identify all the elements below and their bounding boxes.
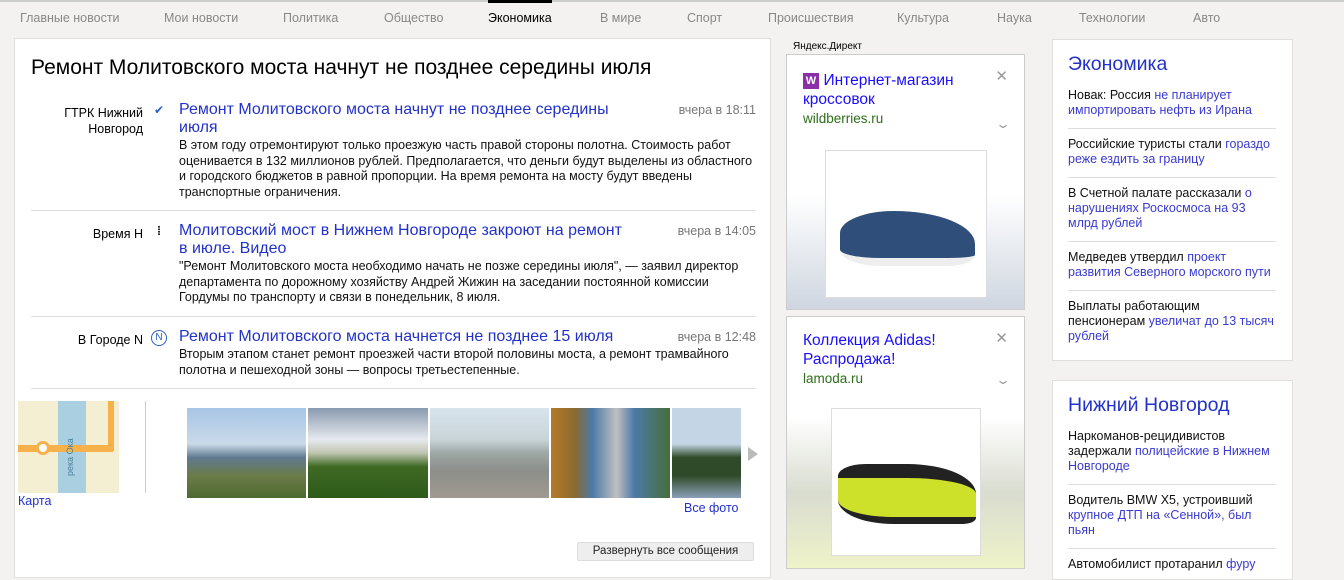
news-time: вчера в 12:48 xyxy=(677,330,756,344)
ad-image-yellow-sneaker[interactable] xyxy=(831,408,981,556)
vremya-n-logo-icon: ⁞ xyxy=(157,224,161,238)
sidebar-news-item[interactable]: Российские туристы стали гораздо реже ез… xyxy=(1068,129,1276,178)
map-river-label: река Ока xyxy=(65,438,75,476)
sidebar-news-item[interactable]: Наркоманов-рецидивистов задержали полице… xyxy=(1068,429,1276,485)
item-link[interactable]: крупное ДТП на «Сенной», был пьян xyxy=(1068,508,1251,537)
news-snippet: В этом году отремонтируют только проезжу… xyxy=(179,138,753,199)
news-item: В Городе N N Ремонт Молитовского моста н… xyxy=(31,328,756,389)
gtrk-logo-icon: ✔ xyxy=(153,103,165,117)
nav-my[interactable]: Мои новости xyxy=(164,11,238,25)
ad-card[interactable]: Коллекция Adidas! Распродажа! lamoda.ru … xyxy=(786,316,1025,569)
sidebar-news-item[interactable]: Медведев утвердил проект развития Северн… xyxy=(1068,242,1276,291)
sidebar-economy: Экономика Новак: Россия не планирует имп… xyxy=(1052,39,1293,361)
v-gorode-n-logo-icon: N xyxy=(151,330,167,346)
wildberries-logo-icon: W xyxy=(803,73,819,89)
nav-incidents[interactable]: Происшествия xyxy=(768,11,853,25)
sidebar-news-item[interactable]: Выплаты работающим пенсионерам увеличат … xyxy=(1068,291,1276,354)
sidebar-news-item[interactable]: Новак: Россия не планирует импортировать… xyxy=(1068,88,1276,129)
news-snippet: Вторым этапом станет ремонт проезжей час… xyxy=(179,347,729,377)
chevron-down-icon[interactable]: ⌄ xyxy=(995,117,1011,131)
close-icon[interactable]: ✕ xyxy=(995,67,1008,85)
top-nav: Главные новости Мои новости Политика Общ… xyxy=(0,0,1344,34)
source-name[interactable]: ГТРК Нижний Новгород xyxy=(31,105,143,137)
gallery-next-arrow-icon[interactable] xyxy=(748,447,758,461)
nav-science[interactable]: Наука xyxy=(997,11,1032,25)
news-item: Время Н ⁞ Молитовский мост в Нижнем Новг… xyxy=(31,222,756,317)
sidebar-nizhny-novgorod: Нижний Новгород Наркоманов-рецидивистов … xyxy=(1052,380,1293,580)
ad-title-link[interactable]: Коллекция Adidas! Распродажа! xyxy=(803,332,936,368)
nav-main[interactable]: Главные новости xyxy=(20,11,120,25)
story-title: Ремонт Молитовского моста начнут не позд… xyxy=(31,56,652,79)
news-time: вчера в 18:11 xyxy=(678,103,756,117)
sidebar-news-item[interactable]: Автомобилист протаранил фуру xyxy=(1068,549,1276,579)
sidebar-heading[interactable]: Нижний Новгород xyxy=(1068,394,1292,417)
map-link[interactable]: Карта xyxy=(18,494,51,508)
map-thumbnail[interactable]: река Ока xyxy=(18,401,119,493)
all-photos-link[interactable]: Все фото xyxy=(684,501,739,515)
story-card: Ремонт Молитовского моста начнут не позд… xyxy=(14,38,771,578)
nav-economy[interactable]: Экономика xyxy=(488,0,552,25)
nav-tech[interactable]: Технологии xyxy=(1079,11,1145,25)
news-item: ГТРК Нижний Новгород ✔ Ремонт Молитовско… xyxy=(31,101,756,211)
news-snippet: "Ремонт Молитовского моста необходимо на… xyxy=(179,259,739,304)
photo-3[interactable] xyxy=(430,408,549,498)
item-lead: Российские туристы стали xyxy=(1068,137,1226,151)
nav-auto[interactable]: Авто xyxy=(1193,11,1220,25)
source-name[interactable]: В Городе N xyxy=(31,332,143,348)
sidebar-heading[interactable]: Экономика xyxy=(1068,53,1292,76)
ad-image-blue-sneaker[interactable] xyxy=(825,150,987,298)
item-lead: Водитель BMW X5, устроивший xyxy=(1068,493,1253,507)
chevron-down-icon[interactable]: ⌄ xyxy=(995,373,1011,387)
expand-all-button[interactable]: Развернуть все сообщения xyxy=(577,542,754,561)
sidebar-news-item[interactable]: В Счетной палате рассказали о нарушениях… xyxy=(1068,178,1276,242)
nav-society[interactable]: Общество xyxy=(384,11,443,25)
item-lead: Медведев утвердил xyxy=(1068,250,1188,264)
news-title-link[interactable]: Молитовский мост в Нижнем Новгороде закр… xyxy=(179,222,624,258)
news-time: вчера в 14:05 xyxy=(677,224,756,238)
photo-1[interactable] xyxy=(187,408,306,498)
sidebar-news-item[interactable]: Водитель BMW X5, устроивший крупное ДТП … xyxy=(1068,485,1276,549)
nav-sport[interactable]: Спорт xyxy=(687,11,722,25)
source-name[interactable]: Время Н xyxy=(31,226,143,242)
item-lead: Новак: Россия xyxy=(1068,88,1155,102)
nav-world[interactable]: В мире xyxy=(600,11,641,25)
yandex-direct-label: Яндекс.Директ xyxy=(793,41,862,52)
ad-url[interactable]: wildberries.ru xyxy=(803,111,971,126)
photo-4[interactable] xyxy=(551,408,670,498)
item-lead: В Счетной палате рассказали xyxy=(1068,186,1245,200)
close-icon[interactable]: ✕ xyxy=(995,329,1008,347)
nav-culture[interactable]: Культура xyxy=(897,11,949,25)
item-link[interactable]: фуру xyxy=(1226,557,1255,571)
divider xyxy=(145,401,146,493)
item-lead: Автомобилист протаранил xyxy=(1068,557,1227,571)
ad-card[interactable]: W Интернет-магазин кроссовок wildberries… xyxy=(786,54,1025,310)
photo-5[interactable] xyxy=(672,408,741,498)
news-title-link[interactable]: Ремонт Молитовского моста начнут не позд… xyxy=(179,101,624,137)
nav-politics[interactable]: Политика xyxy=(283,11,338,25)
ad-title-link[interactable]: Интернет-магазин кроссовок xyxy=(803,72,954,108)
news-title-link[interactable]: Ремонт Молитовского моста начнется не по… xyxy=(179,328,639,346)
photo-2[interactable] xyxy=(308,408,428,498)
ad-url[interactable]: lamoda.ru xyxy=(803,371,971,386)
